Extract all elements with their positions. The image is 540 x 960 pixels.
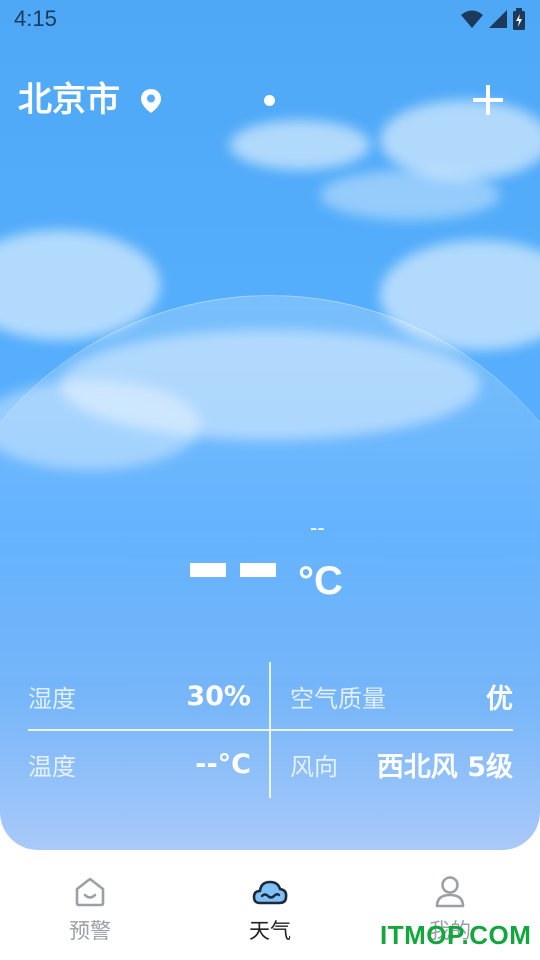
warning-icon xyxy=(75,877,105,907)
nav-label-warning: 预警 xyxy=(69,919,111,943)
add-city-button[interactable] xyxy=(470,82,506,118)
signal-icon xyxy=(489,10,507,28)
user-icon xyxy=(435,876,465,908)
wind-cell: 风向 西北风 5级 xyxy=(290,730,513,798)
air-quality-label: 空气质量 xyxy=(290,684,386,713)
current-temperature-placeholder xyxy=(188,563,278,583)
weather-details-grid: 湿度 30% 空气质量 优 温度 --°C 风向 西北风 5级 xyxy=(28,662,513,798)
humidity-value: 30% xyxy=(186,680,251,712)
nav-item-weather[interactable]: 天气 xyxy=(210,873,330,945)
location-pin-icon[interactable] xyxy=(140,88,162,114)
status-time: 4:15 xyxy=(14,6,57,31)
wind-value: 西北风 5级 xyxy=(376,751,513,783)
page-indicator-dot xyxy=(264,95,275,106)
temperature-value: --°C xyxy=(195,748,251,780)
nav-label-weather: 天气 xyxy=(249,919,291,943)
cloud-icon xyxy=(252,880,288,905)
temperature-label: 温度 xyxy=(28,752,76,781)
city-name[interactable]: 北京市 xyxy=(18,76,120,124)
humidity-label: 湿度 xyxy=(28,684,76,713)
placeholder-dash xyxy=(240,563,276,577)
temperature-display: -- °C xyxy=(0,515,540,615)
humidity-cell: 湿度 30% xyxy=(28,662,251,730)
header: 北京市 xyxy=(0,76,540,126)
cloud-decoration xyxy=(230,120,370,170)
temperature-cell: 温度 --°C xyxy=(28,730,251,798)
wind-label: 风向 xyxy=(290,752,338,781)
placeholder-dash xyxy=(190,563,226,577)
air-quality-cell: 空气质量 优 xyxy=(290,662,513,730)
nav-item-warning[interactable]: 预警 xyxy=(30,873,150,945)
status-bar: 4:15 xyxy=(0,0,540,38)
wifi-icon xyxy=(461,10,483,28)
watermark: ITMOP.COM xyxy=(380,920,532,950)
air-quality-value: 优 xyxy=(486,683,513,715)
battery-icon xyxy=(513,8,525,30)
cloud-decoration xyxy=(320,170,500,220)
temperature-unit: °C xyxy=(298,559,343,603)
temperature-high: -- xyxy=(310,515,325,540)
status-icons xyxy=(460,8,526,30)
